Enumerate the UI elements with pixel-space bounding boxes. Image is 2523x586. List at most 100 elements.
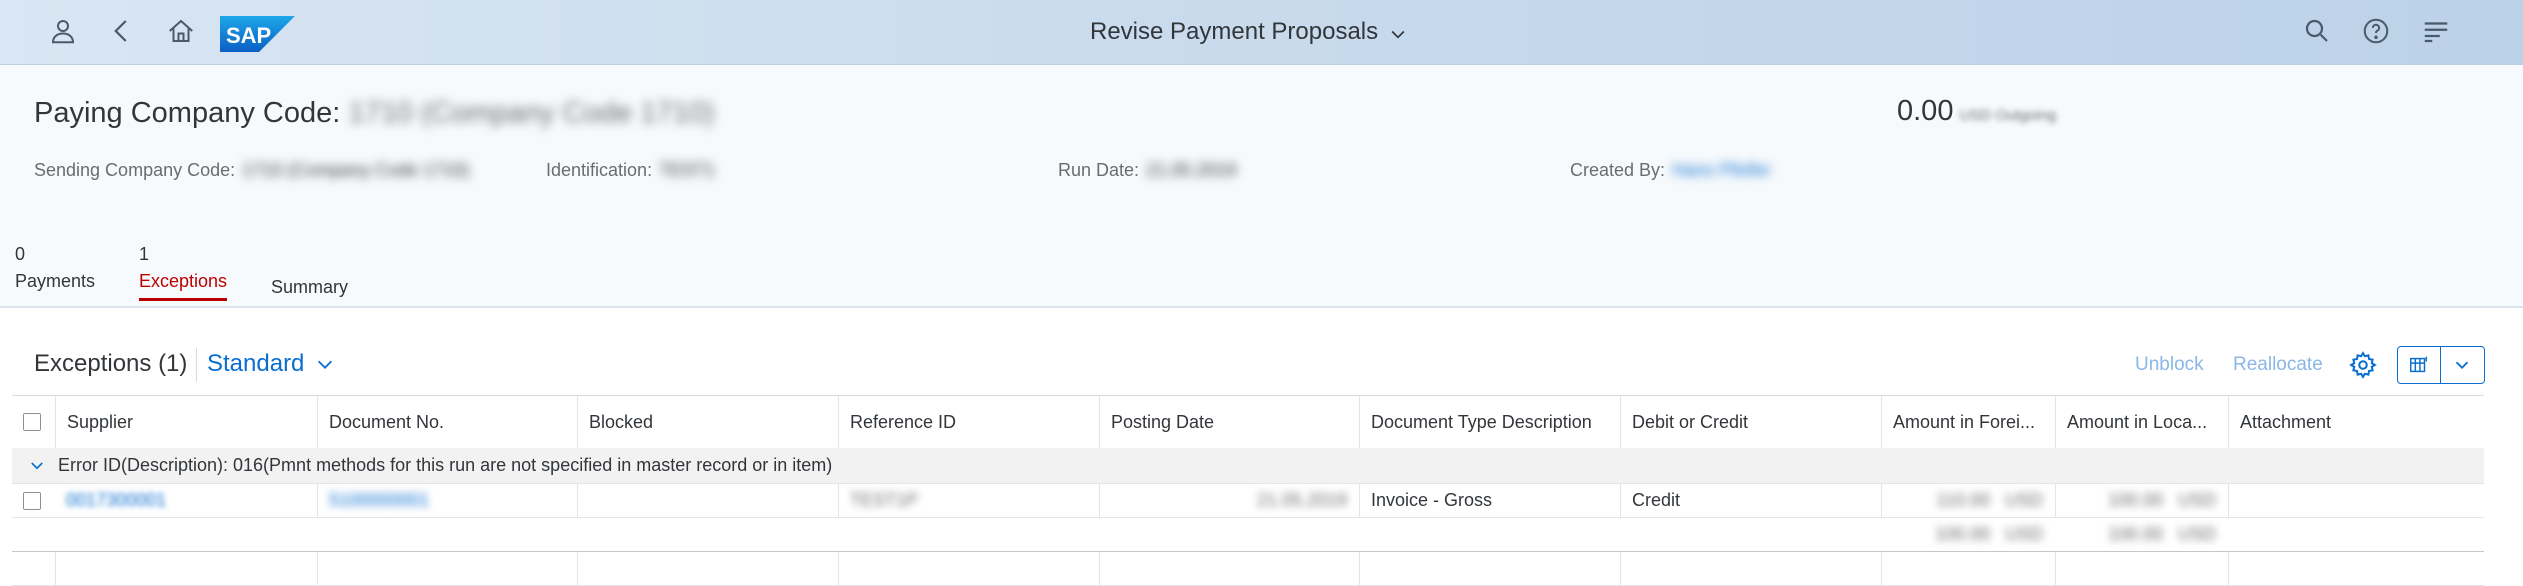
column-header-blocked[interactable]: Blocked	[577, 396, 838, 448]
debit-credit-cell: Credit	[1620, 484, 1881, 517]
document-no-link[interactable]: 5100000001	[329, 490, 429, 511]
amount-foreign-cell: 110.00 USD	[1881, 484, 2055, 517]
settings-icon[interactable]	[2348, 350, 2378, 380]
tab-summary[interactable]: Summary	[271, 271, 348, 298]
supplier-cell: 0017300001	[55, 484, 317, 517]
table-row[interactable]: 0017300001 5100000001 TEST1P 21.05.2019 …	[12, 484, 2484, 518]
select-all-cell	[12, 396, 52, 448]
empty-cell	[577, 552, 838, 585]
group-header-row[interactable]: Error ID(Description): 016(Pmnt methods …	[12, 448, 2484, 484]
notifications-icon[interactable]	[2421, 16, 2451, 46]
empty-cell	[2228, 552, 2484, 585]
created-by-attr: Created By: Hans Pfeifer	[1570, 160, 1771, 181]
empty-cell	[55, 552, 317, 585]
column-header-amount-foreign[interactable]: Amount in Forei...	[1881, 396, 2055, 448]
unblock-button[interactable]: Unblock	[2135, 354, 2204, 376]
column-header-amount-local[interactable]: Amount in Loca...	[2055, 396, 2228, 448]
doc-type-cell: Invoice - Gross	[1359, 484, 1620, 517]
title-label: Paying Company Code:	[34, 97, 341, 129]
sending-value: 1710 (Company Code 1710)	[242, 160, 470, 180]
total-amount-local-value: 100.00 USD	[2107, 524, 2216, 544]
identification-value: TEST1	[659, 160, 716, 180]
column-header-reference-id[interactable]: Reference ID	[838, 396, 1099, 448]
kpi-value: 0.00	[1897, 95, 1954, 127]
empty-cell	[317, 552, 577, 585]
chevron-down-icon	[1391, 30, 1405, 39]
variant-label: Standard	[207, 350, 305, 377]
blocked-cell	[577, 484, 838, 517]
app-title: Revise Payment Proposals	[1090, 18, 1379, 45]
posting-date-value: 21.05.2019	[1256, 490, 1347, 510]
column-header-attachment[interactable]: Attachment	[2228, 396, 2484, 448]
export-menu-button	[2397, 346, 2485, 384]
amount-foreign-value: 110.00 USD	[1936, 490, 2043, 510]
back-icon[interactable]	[107, 16, 137, 46]
run-date-label: Run Date:	[1058, 160, 1140, 180]
reallocate-button[interactable]: Reallocate	[2233, 354, 2323, 376]
tab-payments[interactable]: 0 Payments	[15, 244, 95, 292]
column-header-supplier[interactable]: Supplier	[55, 396, 317, 448]
amount-local-value: 100.00 USD	[2107, 490, 2216, 510]
column-header-posting-date[interactable]: Posting Date	[1099, 396, 1359, 448]
identification-label: Identification:	[546, 160, 653, 180]
tab-label: Payments	[15, 271, 96, 291]
chevron-down-icon	[2455, 361, 2469, 370]
total-amount-foreign-cell: 100.00 USD	[1881, 518, 2055, 551]
icon-tab-bar: 0 Payments 1 Exceptions Summary	[0, 209, 2523, 308]
search-icon[interactable]	[2302, 16, 2332, 46]
object-header: Paying Company Code: 1710 (Company Code …	[0, 65, 2523, 209]
svg-text:SAP: SAP	[226, 23, 271, 48]
group-header-text: Error ID(Description): 016(Pmnt methods …	[58, 455, 833, 475]
empty-cell	[1099, 552, 1359, 585]
empty-cell	[838, 552, 1099, 585]
spreadsheet-icon	[2410, 356, 2428, 373]
empty-cell	[1881, 552, 2055, 585]
variant-selector[interactable]: Standard	[207, 350, 336, 378]
sap-logo[interactable]: SAP	[220, 16, 295, 52]
attachment-cell	[2228, 484, 2484, 517]
tab-label: Summary	[271, 277, 349, 297]
posting-date-cell: 21.05.2019	[1099, 484, 1359, 517]
sending-label: Sending Company Code:	[34, 160, 236, 180]
chevron-down-icon	[318, 360, 333, 369]
empty-row	[12, 552, 2484, 586]
empty-cell	[1359, 552, 1620, 585]
amount-local-cell: 100.00 USD	[2055, 484, 2228, 517]
kpi-amount: 0.00 USD Outgoing	[1897, 95, 2056, 128]
column-header-document-no[interactable]: Document No.	[317, 396, 577, 448]
supplier-link[interactable]: 0017300001	[66, 490, 166, 511]
document-no-cell: 5100000001	[317, 484, 577, 517]
tab-count: 1	[139, 244, 150, 264]
row-select-cell	[12, 484, 52, 517]
help-icon[interactable]	[2361, 16, 2391, 46]
toolbar-separator	[196, 348, 197, 382]
reference-id-cell: TEST1P	[838, 484, 1099, 517]
created-by-label: Created By:	[1570, 160, 1666, 180]
created-by-link[interactable]: Hans Pfeifer	[1672, 160, 1771, 180]
app-title-menu[interactable]: Revise Payment Proposals	[1090, 18, 1408, 46]
kpi-unit: USD Outgoing	[1959, 107, 2057, 124]
export-dropdown-button[interactable]	[2440, 347, 2483, 383]
title-value: 1710 (Company Code 1710)	[348, 97, 715, 129]
table-title: Exceptions (1)	[34, 350, 188, 377]
home-icon[interactable]	[166, 16, 196, 46]
column-header-doc-type[interactable]: Document Type Description	[1359, 396, 1620, 448]
user-icon[interactable]	[48, 16, 78, 46]
tab-label: Exceptions	[139, 271, 228, 291]
reference-id-value: TEST1P	[850, 490, 919, 510]
table-header-row: Supplier Document No. Blocked Reference …	[12, 395, 2484, 449]
row-checkbox[interactable]	[23, 491, 41, 510]
run-date-attr: Run Date: 21.05.2019	[1058, 160, 1236, 181]
export-button[interactable]	[2398, 347, 2440, 383]
empty-cell	[1620, 552, 1881, 585]
page-title: Paying Company Code: 1710 (Company Code …	[34, 97, 714, 130]
identification-attr: Identification: TEST1	[546, 160, 715, 181]
chevron-down-icon[interactable]	[28, 457, 46, 475]
total-amount-foreign-value: 100.00 USD	[1934, 524, 2043, 544]
totals-row: 100.00 USD 100.00 USD	[12, 518, 2484, 552]
tab-exceptions[interactable]: 1 Exceptions	[139, 244, 228, 301]
shell-bar: SAP Revise Payment Proposals	[0, 0, 2523, 65]
select-all-checkbox[interactable]	[23, 413, 41, 431]
column-header-debit-credit[interactable]: Debit or Credit	[1620, 396, 1881, 448]
table-toolbar: Exceptions (1) Standard Unblock Realloca…	[0, 330, 2523, 390]
